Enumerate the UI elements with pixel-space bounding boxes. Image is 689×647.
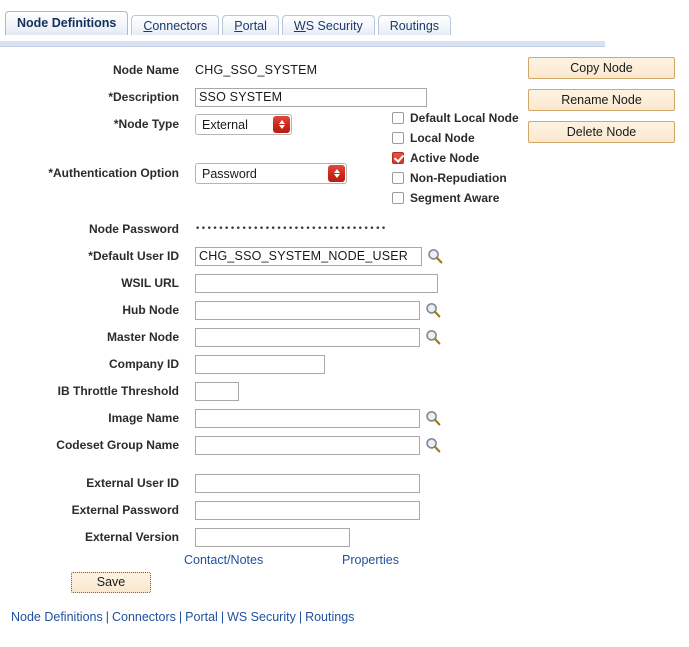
row-node-password: Node Password ••••••••••••••••••••••••••… (0, 219, 500, 239)
external-password-input[interactable] (195, 500, 420, 520)
row-default-user-id: *Default User ID (0, 246, 500, 266)
node-password-input[interactable]: ••••••••••••••••••••••••••••••••• (195, 221, 438, 238)
tab-portal-label: Portal (234, 19, 267, 33)
wsil-url-label: WSIL URL (121, 276, 179, 290)
description-label: *Description (108, 90, 179, 104)
ib-throttle-threshold-label: IB Throttle Threshold (57, 384, 179, 398)
external-version-input[interactable] (195, 527, 350, 547)
wsil-url-input[interactable] (195, 273, 438, 293)
tab-routings-label: Routings (389, 19, 440, 33)
node-type-select[interactable]: External (195, 113, 292, 135)
rename-node-button[interactable]: Rename Node (528, 89, 675, 111)
copy-node-button[interactable]: Copy Node (528, 57, 675, 79)
ib-throttle-threshold-input[interactable] (195, 381, 239, 401)
node-name-value: CHG_SSO_SYSTEM (195, 63, 318, 77)
footer-link-ws-security[interactable]: WS Security (227, 610, 296, 624)
node-definition-form: Node Name CHG_SSO_SYSTEM *Description *N… (0, 60, 500, 554)
footer-link-routings[interactable]: Routings (305, 610, 354, 624)
authentication-option-select[interactable]: Password (195, 162, 347, 184)
codeset-group-name-input[interactable] (195, 435, 420, 455)
footer-link-node-definitions[interactable]: Node Definitions (11, 610, 103, 624)
row-master-node: Master Node (0, 327, 500, 347)
row-hub-node: Hub Node (0, 300, 500, 320)
footer-separator: | (220, 610, 225, 624)
master-node-input[interactable] (195, 327, 420, 347)
footer-links: Node Definitions | Connectors | Portal | WS Se… (11, 610, 354, 624)
description-input[interactable] (195, 87, 427, 107)
row-company-id: Company ID (0, 354, 500, 374)
node-type-label: *Node Type (113, 117, 179, 131)
tab-routings[interactable]: Routings (377, 15, 452, 35)
footer-separator: | (105, 610, 109, 624)
image-name-input[interactable] (195, 408, 420, 428)
row-description: *Description (0, 87, 500, 107)
search-lookup-icon[interactable] (425, 302, 441, 318)
company-id-input[interactable] (195, 354, 325, 374)
node-action-buttons: Copy Node Rename Node Delete Node (528, 57, 675, 153)
row-codeset-group-name: Codeset Group Name (0, 435, 500, 455)
delete-node-button[interactable]: Delete Node (528, 121, 675, 143)
tab-ws-security[interactable]: WS Security (281, 15, 375, 35)
row-external-password: External Password (0, 500, 500, 520)
tab-connectors-label: Connectors (143, 19, 208, 33)
footer-link-connectors[interactable]: Connectors (112, 610, 176, 624)
tab-portal[interactable]: Portal (222, 15, 279, 35)
footer-separator: | (298, 610, 303, 624)
row-node-type: *Node Type External (0, 113, 500, 135)
tab-connectors[interactable]: Connectors (131, 15, 220, 35)
search-lookup-icon[interactable] (425, 410, 441, 426)
row-ib-throttle-threshold: IB Throttle Threshold (0, 381, 500, 401)
image-name-label: Image Name (108, 411, 179, 425)
search-lookup-icon[interactable] (427, 248, 443, 264)
properties-link[interactable]: Properties (342, 553, 399, 567)
hub-node-label: Hub Node (122, 303, 179, 317)
node-name-label: Node Name (112, 63, 179, 77)
authentication-option-select-wrapper: Password (195, 162, 347, 184)
tab-bar: Node Definitions Connectors Portal WS Se… (0, 11, 689, 47)
tab-bar-underline (0, 41, 605, 47)
node-password-label: Node Password (88, 222, 179, 236)
row-authentication-option: *Authentication Option Password (0, 162, 500, 184)
tab-list: Node Definitions Connectors Portal WS Se… (5, 11, 452, 35)
tab-node-definitions-label: Node Definitions (17, 16, 117, 30)
tab-node-definitions[interactable]: Node Definitions (5, 11, 129, 35)
master-node-label: Master Node (106, 330, 179, 344)
row-external-version: External Version (0, 527, 500, 547)
row-image-name: Image Name (0, 408, 500, 428)
search-lookup-icon[interactable] (425, 437, 441, 453)
default-user-id-label: *Default User ID (88, 249, 179, 263)
authentication-option-label: *Authentication Option (48, 166, 179, 180)
save-button[interactable]: Save (71, 572, 151, 593)
node-type-select-wrapper: External (195, 113, 292, 135)
company-id-label: Company ID (108, 357, 179, 371)
external-user-id-label: External User ID (86, 476, 179, 490)
search-lookup-icon[interactable] (425, 329, 441, 345)
row-wsil-url: WSIL URL (0, 273, 500, 293)
codeset-group-name-label: Codeset Group Name (56, 438, 179, 452)
external-version-label: External Version (84, 530, 179, 544)
external-user-id-input[interactable] (195, 473, 420, 493)
default-user-id-input[interactable] (195, 246, 422, 266)
hub-node-input[interactable] (195, 300, 420, 320)
footer-separator: | (178, 610, 183, 624)
footer-link-portal[interactable]: Portal (185, 610, 218, 624)
contact-notes-link[interactable]: Contact/Notes (184, 553, 263, 567)
external-password-label: External Password (71, 503, 179, 517)
row-node-name: Node Name CHG_SSO_SYSTEM (0, 60, 500, 80)
tab-ws-security-label: WS Security (293, 19, 363, 33)
row-external-user-id: External User ID (0, 473, 500, 493)
